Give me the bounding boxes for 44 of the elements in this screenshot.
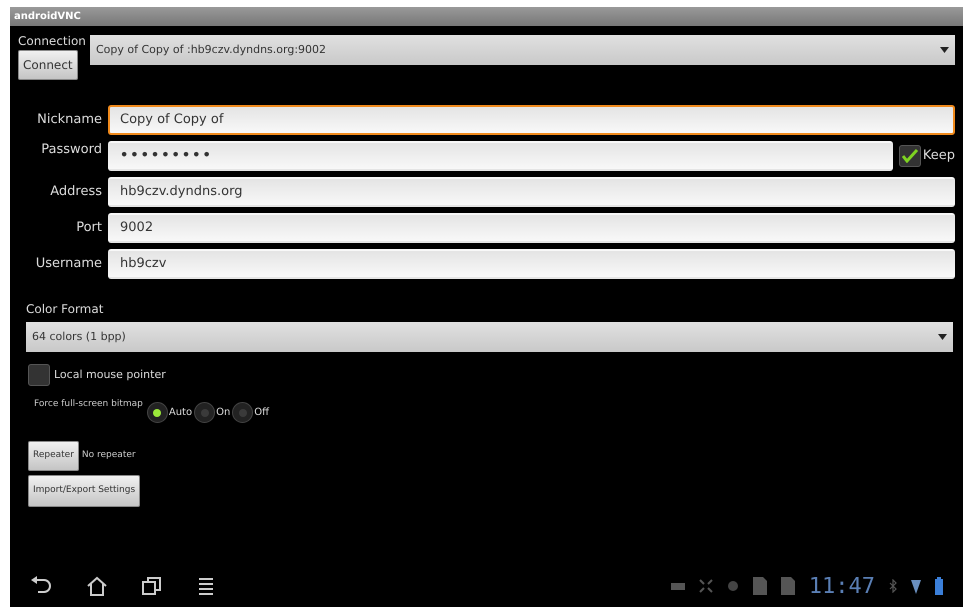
check-icon — [902, 149, 918, 163]
battery-icon — [935, 577, 943, 595]
back-icon[interactable] — [30, 576, 52, 596]
color-format-dropdown[interactable]: 64 colors (1 bpp) — [26, 322, 953, 352]
connection-dropdown[interactable]: Copy of Copy of :hb9czv.dyndns.org:9002 — [90, 35, 955, 65]
field-label: Password — [40, 141, 102, 159]
connection-label: Connection — [18, 33, 86, 50]
text-field[interactable]: hb9czv — [108, 249, 955, 279]
menu-icon[interactable] — [198, 576, 214, 596]
keep-label: Keep — [922, 147, 955, 166]
keep-checkbox[interactable] — [898, 145, 921, 167]
field-label: Username — [34, 255, 102, 274]
color-format-label: Color Format — [26, 302, 104, 316]
clock: 11:47 — [808, 572, 875, 600]
expand-icon — [698, 579, 713, 593]
field-label: Port — [75, 219, 102, 238]
field-label: Nickname — [36, 111, 102, 130]
local-mouse-checkbox[interactable] — [28, 364, 50, 386]
dropdown-caret-icon — [940, 47, 949, 53]
wifi-icon — [911, 578, 921, 594]
sd-card-icon — [780, 577, 795, 595]
local-mouse-label: Local mouse pointer — [54, 366, 166, 383]
radio-button[interactable] — [232, 402, 254, 423]
sd-card-icon — [752, 577, 767, 595]
repeater-value: No repeater — [82, 449, 136, 462]
text-field[interactable]: 9002 — [108, 213, 955, 243]
bluetooth-icon — [889, 579, 897, 593]
field-label: Address — [49, 183, 102, 202]
import-export-button[interactable]: Import/Export Settings — [28, 475, 140, 507]
password-field[interactable]: ••••••••• — [108, 141, 893, 171]
text-field[interactable]: hb9czv.dyndns.org — [108, 177, 955, 207]
window-title: androidVNC — [14, 10, 81, 24]
force-bitmap-label: Force full-screen bitmap — [34, 398, 143, 411]
dropdown-caret-icon — [938, 334, 947, 340]
radio-label: Off — [254, 406, 270, 420]
repeater-button[interactable]: Repeater — [28, 441, 79, 471]
radio-label: Auto — [168, 406, 192, 420]
home-icon[interactable] — [86, 576, 108, 596]
connect-button[interactable]: Connect — [18, 50, 78, 80]
recent-apps-icon[interactable] — [142, 576, 162, 596]
radio-button[interactable] — [146, 402, 168, 423]
radio-label: On — [216, 406, 230, 420]
radio-button[interactable] — [194, 402, 216, 423]
text-field[interactable]: Copy of Copy of — [108, 105, 955, 135]
